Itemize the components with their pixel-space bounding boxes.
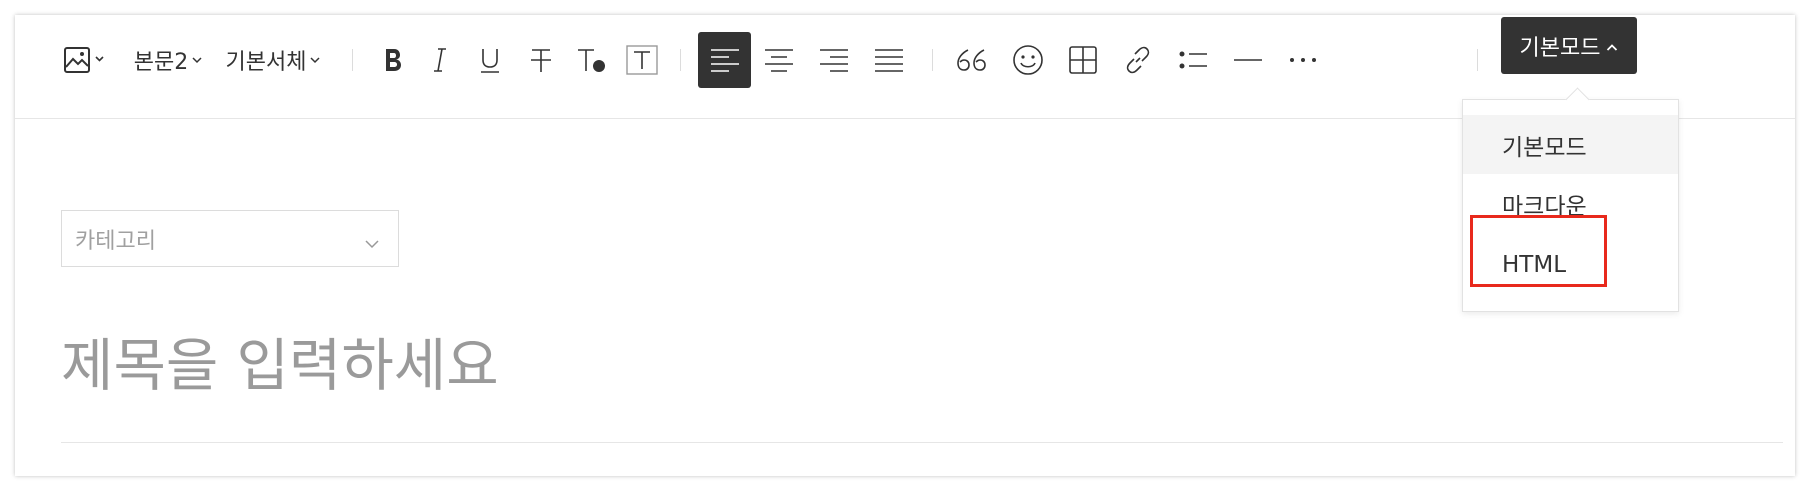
- align-center-icon: [763, 45, 795, 75]
- list-button[interactable]: [1170, 32, 1216, 88]
- underline-icon: [475, 45, 505, 75]
- quote-button[interactable]: [949, 32, 995, 88]
- title-input[interactable]: 제목을 입력하세요: [61, 320, 499, 402]
- text-color-icon: [574, 45, 608, 75]
- align-left-icon: [709, 45, 741, 75]
- html-option-highlight-box: [1470, 215, 1607, 287]
- chevron-down-icon: [192, 56, 202, 64]
- align-right-button[interactable]: [807, 32, 860, 88]
- more-dots-icon: [1287, 45, 1319, 75]
- horizontal-rule-button[interactable]: [1225, 32, 1271, 88]
- align-left-button[interactable]: [698, 32, 751, 88]
- link-button[interactable]: [1115, 32, 1161, 88]
- align-justify-icon: [873, 45, 905, 75]
- paragraph-style-label: 본문2: [133, 50, 189, 75]
- italic-button[interactable]: [417, 32, 463, 88]
- align-right-icon: [818, 45, 850, 75]
- bullet-list-icon: [1177, 45, 1209, 75]
- link-icon: [1122, 44, 1154, 76]
- font-family-label: 기본서체: [225, 50, 307, 75]
- mode-option-label: 기본모드: [1502, 134, 1587, 161]
- chevron-down-icon: [310, 56, 321, 64]
- italic-icon: [425, 45, 455, 75]
- title-divider: [61, 442, 1783, 443]
- bold-button[interactable]: [370, 32, 416, 88]
- title-placeholder: 제목을 입력하세요: [61, 333, 499, 399]
- paragraph-style-dropdown[interactable]: 본문2: [128, 32, 208, 88]
- underline-button[interactable]: [467, 32, 513, 88]
- strikethrough-button[interactable]: [518, 32, 564, 88]
- toolbar-divider: [680, 49, 681, 71]
- emoticon-button[interactable]: [1005, 32, 1051, 88]
- toolbar-divider: [352, 49, 353, 71]
- font-family-dropdown[interactable]: 기본서체: [223, 32, 323, 88]
- toolbar-divider: [932, 49, 933, 71]
- more-button[interactable]: [1280, 32, 1326, 88]
- mode-option-basic[interactable]: 기본모드: [1463, 115, 1678, 174]
- strikethrough-icon: [526, 45, 556, 75]
- editor-mode-label: 기본모드: [1519, 35, 1601, 61]
- smiley-icon: [1012, 44, 1044, 76]
- category-select[interactable]: 카테고리: [61, 210, 399, 267]
- chevron-up-icon: [1606, 33, 1618, 58]
- text-background-icon: [625, 44, 659, 76]
- table-button[interactable]: [1060, 32, 1106, 88]
- post-editor: 본문2 기본서체 기본모드 기본모드 마크다운 HTML 카테고리 제목을 입력…: [15, 15, 1795, 476]
- align-center-button[interactable]: [752, 32, 805, 88]
- align-justify-button[interactable]: [862, 32, 915, 88]
- text-background-button[interactable]: [619, 32, 665, 88]
- category-placeholder: 카테고리: [75, 228, 156, 254]
- image-icon: [63, 45, 107, 75]
- editor-mode-button[interactable]: 기본모드: [1501, 17, 1637, 74]
- text-color-button[interactable]: [568, 32, 614, 88]
- insert-image-button[interactable]: [60, 32, 110, 88]
- editor-mode-menu: 기본모드 마크다운 HTML: [1462, 99, 1679, 312]
- bold-icon: [378, 45, 408, 75]
- chevron-down-icon: [364, 231, 380, 256]
- quote-icon: [955, 45, 989, 75]
- toolbar-divider: [1477, 49, 1478, 71]
- table-icon: [1067, 44, 1099, 76]
- horizontal-line-icon: [1232, 45, 1264, 75]
